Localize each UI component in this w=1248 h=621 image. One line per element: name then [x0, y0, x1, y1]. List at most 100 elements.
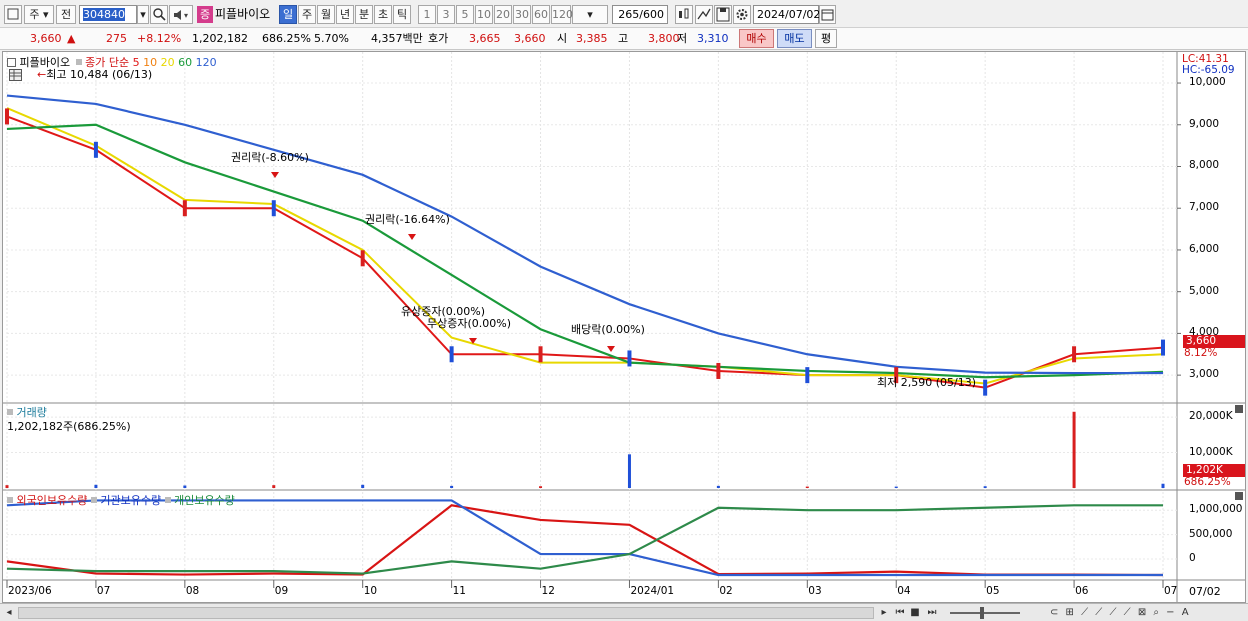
interval-button-1[interactable]: 1: [418, 5, 436, 24]
x-axis-tick: 02: [719, 585, 733, 597]
gear-icon[interactable]: [733, 5, 751, 24]
holdings-y-tick: 500,000: [1189, 527, 1233, 540]
high-value: 3,800: [648, 32, 680, 45]
last-page-button[interactable]: ⏭: [925, 606, 939, 620]
ma-period-60: 60: [174, 56, 193, 69]
sell-button[interactable]: 매도: [777, 29, 812, 48]
candle-type-icon[interactable]: [675, 5, 693, 24]
volume-ratio: 686.25%: [262, 32, 311, 45]
period-tab-6[interactable]: 틱: [393, 5, 411, 24]
legend-bullet-icon: [164, 497, 171, 503]
volume-bar: [716, 485, 720, 488]
interval-dropdown[interactable]: ▾: [572, 5, 608, 24]
candle: [93, 141, 98, 158]
eval-button[interactable]: 평: [815, 29, 837, 48]
volume-value: 1,202,182: [192, 32, 248, 45]
volume-bar: [1072, 411, 1076, 488]
ma-period-20: 20: [157, 56, 175, 69]
institution-holdings-label: 기관보유수량: [100, 494, 162, 507]
scroll-track[interactable]: [18, 607, 874, 619]
event-arrow-icon: [408, 234, 416, 240]
change-percent: +8.12%: [137, 32, 182, 45]
save-icon[interactable]: [714, 5, 732, 24]
first-page-button[interactable]: ⏮: [893, 606, 907, 620]
ma-period-120: 120: [192, 56, 217, 69]
search-icon[interactable]: [150, 5, 168, 24]
count-total: /600: [639, 8, 664, 21]
trade-amount: 4,357백만: [371, 32, 423, 45]
candle: [360, 250, 365, 267]
bid-label: 호가: [428, 32, 449, 45]
market-label: 주: [29, 8, 40, 21]
volume-bar: [183, 485, 187, 488]
volume-pane-close-icon[interactable]: [1235, 405, 1243, 413]
period-tab-1[interactable]: 주: [298, 5, 316, 24]
legend-bullet-icon: [75, 59, 82, 65]
x-axis-tick: 07: [1164, 585, 1178, 597]
scroll-right-arrow[interactable]: ▸: [878, 606, 890, 620]
pane-menu-icon[interactable]: [7, 58, 16, 67]
hc-label: HC:-65.09: [1182, 64, 1235, 76]
price-y-tick: 9,000: [1189, 117, 1220, 130]
event-label-4: 무상증자(0.00%): [427, 317, 512, 330]
period-tab-5[interactable]: 초: [374, 5, 392, 24]
interval-button-10[interactable]: 10: [475, 5, 493, 24]
x-axis-tick: 03: [808, 585, 822, 597]
price-y-tick: 3,000: [1189, 368, 1220, 381]
trendline-icon[interactable]: [695, 5, 713, 24]
candle: [5, 108, 9, 125]
drawing-tools[interactable]: ⊂ ⊞ ⟋ ⟋ ⟋ ⟋ ⊠ ⌕ − A: [1050, 606, 1240, 620]
stock-code-dropdown[interactable]: ▾: [137, 5, 149, 24]
current-price: 3,660: [30, 32, 62, 45]
candle: [1161, 339, 1165, 356]
period-tab-2[interactable]: 월: [317, 5, 335, 24]
market-select[interactable]: 주 ▾: [24, 5, 54, 24]
table-view-icon[interactable]: [9, 69, 22, 81]
price-y-tick: 6,000: [1189, 242, 1220, 255]
interval-button-3[interactable]: 3: [437, 5, 455, 24]
x-axis-tick: 10: [363, 585, 378, 597]
interval-button-5[interactable]: 5: [456, 5, 474, 24]
window-menu-icon[interactable]: [4, 5, 22, 24]
volume-bar: [1161, 483, 1165, 488]
holdings-pane-close-icon[interactable]: [1235, 492, 1243, 500]
x-axis-tick: 09: [274, 585, 289, 597]
chart-area[interactable]: 피플바이오 종가 단순 5 10 20 60 120 ←최고 10,484 (0…: [2, 51, 1246, 603]
interval-button-120[interactable]: 120: [551, 5, 573, 24]
period-tab-0[interactable]: 일: [279, 5, 297, 24]
legend-bullet-icon: [7, 409, 13, 415]
interval-button-60[interactable]: 60: [532, 5, 550, 24]
period-tab-3[interactable]: 년: [336, 5, 354, 24]
stock-code-input[interactable]: 304840: [79, 5, 137, 24]
stop-button[interactable]: ■: [909, 606, 921, 620]
bottom-scrollbar[interactable]: ◂ ▸ ⏮ ■ ⏭ ⊂ ⊞ ⟋ ⟋ ⟋ ⟋ ⊠ ⌕ − A: [0, 603, 1248, 621]
prev-button[interactable]: 전: [56, 5, 76, 24]
legend-bullet-icon: [90, 497, 97, 503]
zoom-slider[interactable]: [950, 612, 1020, 614]
candle: [271, 200, 276, 217]
data-count-field[interactable]: 265/600: [612, 5, 668, 24]
buy-button[interactable]: 매수: [739, 29, 774, 48]
volume-bar: [5, 485, 9, 488]
period-tab-4[interactable]: 분: [355, 5, 373, 24]
volume-bar: [272, 485, 276, 488]
interval-button-20[interactable]: 20: [494, 5, 512, 24]
open-label: 시: [557, 32, 568, 45]
x-axis-tick: 05: [986, 585, 1000, 597]
bid-price: 3,660: [514, 32, 546, 45]
candle: [983, 379, 988, 396]
calendar-icon[interactable]: [819, 5, 836, 24]
change-value: 275: [106, 32, 127, 45]
candle: [805, 367, 810, 384]
date-field[interactable]: 2024/07/02: [753, 5, 820, 24]
scroll-left-arrow[interactable]: ◂: [3, 606, 15, 620]
foreign-holdings-label: 외국인보유수량: [16, 494, 88, 507]
volume-bar: [450, 485, 454, 488]
ma-line-2: [6, 123, 1164, 379]
interval-button-30[interactable]: 30: [513, 5, 531, 24]
speaker-icon[interactable]: ▾: [169, 5, 193, 24]
zoom-slider-handle[interactable]: [980, 607, 984, 619]
volume-y-tick: 20,000K: [1189, 410, 1233, 423]
low-marker: 최저 2,590 (05/13): [877, 374, 976, 390]
volume-bar: [627, 454, 631, 488]
